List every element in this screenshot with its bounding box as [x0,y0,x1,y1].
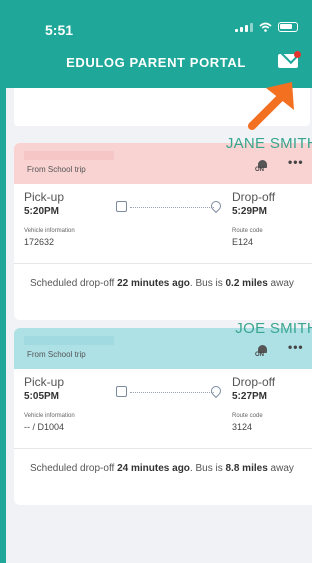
pickup-time: 5:20PM [24,206,60,217]
note-text: Scheduled drop-off [30,463,118,474]
note-text: away [267,278,294,289]
bell-status: ON [255,352,264,358]
route-code-label: Route code [232,413,263,419]
trip-type: From School trip [27,350,86,359]
bell-status: ON [255,167,264,173]
note-distance: 0.2 miles [225,278,268,289]
trip-status-note: Scheduled drop-off 24 minutes ago. Bus i… [14,449,312,505]
wifi-icon [259,22,272,32]
bell-icon[interactable] [256,340,269,353]
redacted-text [24,151,114,160]
bell-icon[interactable] [256,155,269,168]
dropoff-time: 5:29PM [232,206,268,217]
trip-list[interactable]: From School trip JANE SMITH ON ••• Pick-… [6,88,312,563]
pickup-label: Pick-up [24,375,65,389]
note-text: . Bus is [189,463,226,474]
route-line [130,207,214,208]
bus-icon [116,386,127,397]
note-text: away [267,463,294,474]
battery-icon [278,22,298,32]
route-line [130,392,214,393]
route-code-value: 3124 [232,422,253,432]
redacted-text [24,336,114,345]
trip-card[interactable]: From School trip JOE SMITH ON ••• Pick-u… [14,320,312,505]
location-pin-icon [208,198,224,214]
signal-icon [235,22,253,32]
page-title: EDULOG PARENT PORTAL [66,55,246,70]
route-info: Pick-up 5:20PM Drop-off 5:29PM Vehicle i… [14,184,312,264]
arrow-icon [248,82,294,130]
note-time: 22 minutes ago [117,278,190,289]
student-name: JOE SMITH [235,320,312,337]
route-info: Pick-up 5:05PM Drop-off 5:27PM Vehicle i… [14,369,312,449]
student-name: JANE SMITH [225,135,312,152]
app-header [0,0,312,88]
trip-status-note: Scheduled drop-off 22 minutes ago. Bus i… [14,264,312,320]
trip-card-header: From School trip JANE SMITH ON ••• [14,135,312,184]
location-pin-icon [208,383,224,399]
dropoff-time: 5:27PM [232,391,268,402]
note-text: Scheduled drop-off [30,278,118,289]
vehicle-label: Vehicle information [24,413,75,419]
route-code-value: E124 [232,237,254,247]
note-time: 24 minutes ago [117,463,190,474]
status-time: 5:51 [45,22,74,38]
pickup-label: Pick-up [24,190,65,204]
note-distance: 8.8 miles [225,463,268,474]
vehicle-value: 172632 [24,237,55,247]
bus-icon [116,201,127,212]
pickup-time: 5:05PM [24,391,60,402]
mail-icon[interactable] [278,51,301,68]
route-code-label: Route code [232,228,263,234]
status-icons [235,22,298,32]
trip-card[interactable]: From School trip JANE SMITH ON ••• Pick-… [14,135,312,320]
dropoff-label: Drop-off [232,375,276,389]
notification-dot-icon [294,51,301,58]
dropoff-label: Drop-off [232,190,276,204]
trip-card-header: From School trip JOE SMITH ON ••• [14,320,312,369]
trip-type: From School trip [27,165,86,174]
vehicle-value: -- / D1004 [24,422,65,432]
note-text: . Bus is [189,278,226,289]
vehicle-label: Vehicle information [24,228,75,234]
more-icon[interactable]: ••• [288,155,304,169]
more-icon[interactable]: ••• [288,340,304,354]
